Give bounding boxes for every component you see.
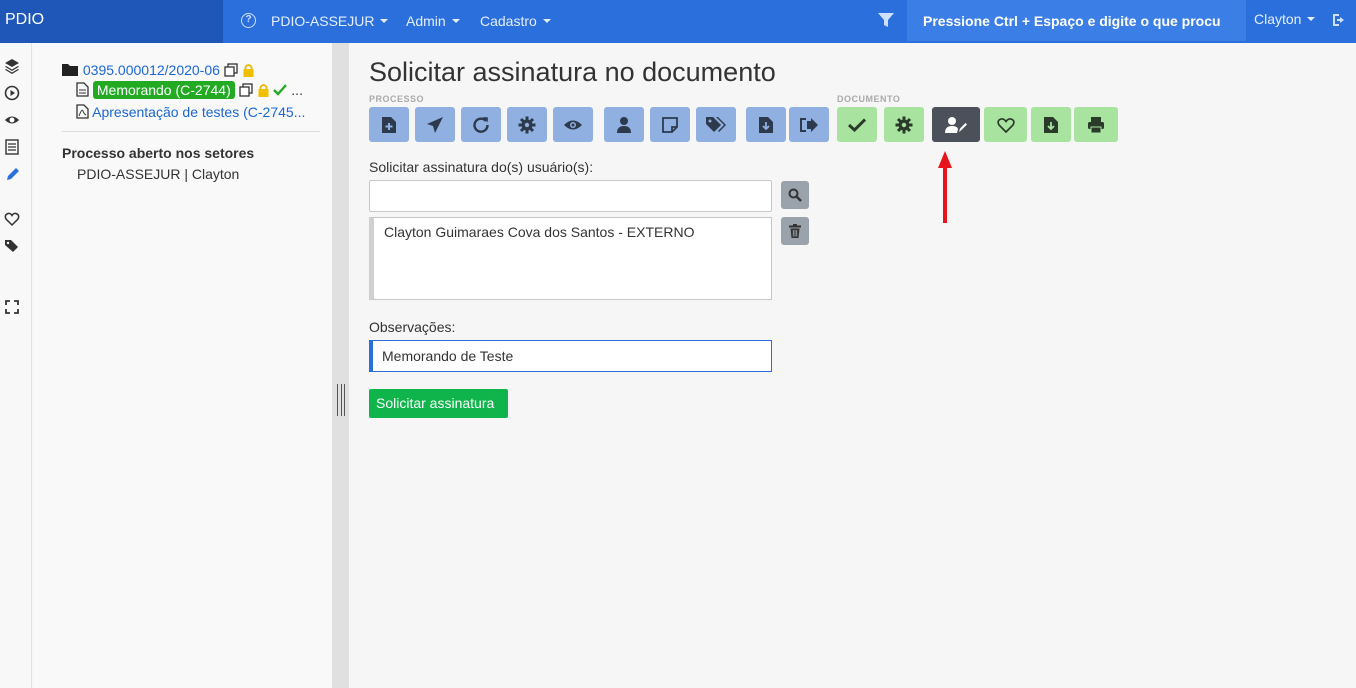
settings-button[interactable]: [507, 107, 547, 142]
lock-icon: [258, 84, 269, 97]
annotation-arrow: [938, 151, 952, 223]
panel-splitter[interactable]: [332, 43, 349, 688]
logout-icon[interactable]: [1332, 12, 1348, 28]
new-document-icon: [382, 116, 396, 133]
help-icon[interactable]: ?: [241, 13, 256, 28]
chevron-down-icon: [1307, 17, 1316, 21]
user-icon: [617, 116, 631, 133]
refresh-icon: [473, 116, 489, 133]
heart-icon[interactable]: [4, 211, 20, 227]
exit-icon: [800, 117, 818, 132]
gear-icon: [895, 116, 913, 133]
menu-label: Admin: [406, 13, 446, 29]
note-button[interactable]: [650, 107, 690, 142]
search-input[interactable]: Pressione Ctrl + Espaço e digite o que p…: [907, 0, 1246, 41]
user-button[interactable]: [604, 107, 644, 142]
view-button[interactable]: [553, 107, 593, 142]
trash-icon: [789, 224, 801, 238]
observacoes-label: Observações:: [369, 319, 456, 335]
observacoes-value: Memorando de Teste: [382, 348, 514, 364]
fullscreen-icon[interactable]: [4, 299, 20, 315]
send-button[interactable]: [415, 107, 455, 142]
users-label: Solicitar assinatura do(s) usuário(s):: [369, 159, 594, 175]
user-search-input[interactable]: [369, 180, 772, 212]
tree-item-memorando[interactable]: Memorando (C-2744) ...: [76, 81, 303, 99]
process-tree-panel: 0395.000012/2020-06 Memorando (C-2744) .…: [33, 43, 332, 688]
exit-button[interactable]: [789, 107, 829, 142]
user-sign-icon: [945, 116, 967, 133]
document-download-button[interactable]: [1031, 107, 1071, 142]
submit-signature-button[interactable]: Solicitar assinatura: [369, 389, 508, 418]
pen-icon[interactable]: [4, 167, 20, 183]
file-icon: [76, 82, 89, 97]
tags-icon[interactable]: [4, 238, 20, 254]
copy-icon[interactable]: [238, 83, 253, 97]
memorando-badge[interactable]: Memorando (C-2744): [92, 81, 235, 99]
menu-admin[interactable]: Admin: [406, 13, 460, 29]
group-label-documento: DOCUMENTO: [837, 94, 901, 104]
gear-icon: [518, 116, 536, 133]
observacoes-input[interactable]: Memorando de Teste: [369, 340, 772, 372]
chevron-down-icon: [451, 19, 460, 23]
sector-item: PDIO-ASSEJUR | Clayton: [77, 166, 240, 182]
icon-rail: [0, 43, 32, 688]
sign-button[interactable]: [837, 107, 877, 142]
chevron-down-icon: [380, 19, 389, 23]
copy-icon[interactable]: [224, 63, 238, 77]
folder-icon: [62, 64, 78, 76]
lock-icon: [243, 64, 254, 77]
group-label-processo: PROCESSO: [369, 94, 425, 104]
eye-icon[interactable]: [4, 112, 20, 128]
document-icon[interactable]: [4, 139, 20, 155]
tree-item-apresentacao[interactable]: Apresentação de testes (C-2745...: [76, 104, 305, 120]
request-signature-button[interactable]: [932, 107, 980, 142]
user-name: Clayton: [1254, 11, 1302, 27]
tree-item-process[interactable]: 0395.000012/2020-06: [62, 62, 255, 78]
brand-logo[interactable]: PDIO: [0, 0, 223, 43]
refresh-button[interactable]: [461, 107, 501, 142]
search-icon: [788, 188, 802, 202]
process-number[interactable]: 0395.000012/2020-06: [83, 62, 220, 78]
drag-handle[interactable]: [337, 384, 345, 416]
note-icon: [662, 116, 678, 133]
chevron-down-icon: [542, 19, 551, 23]
pdf-file-icon: [76, 104, 89, 119]
heart-icon: [996, 117, 1015, 133]
divider: [62, 131, 320, 132]
main-content: Solicitar assinatura no documento PROCES…: [349, 43, 1356, 688]
download-button[interactable]: [746, 107, 786, 142]
search-button[interactable]: [781, 181, 809, 209]
apresentacao-link[interactable]: Apresentação de testes (C-2745...: [92, 104, 305, 120]
filter-icon[interactable]: [877, 11, 895, 29]
tags-icon: [706, 116, 726, 132]
layers-icon[interactable]: [4, 58, 20, 74]
menu-cadastro[interactable]: Cadastro: [480, 13, 551, 29]
favorite-button[interactable]: [984, 107, 1027, 142]
top-navbar: PDIO ? PDIO-ASSEJUR Admin Cadastro Press…: [0, 0, 1356, 43]
menu-label: Cadastro: [480, 13, 537, 29]
eye-icon: [564, 120, 582, 129]
check-icon: [273, 84, 288, 96]
selected-user-item[interactable]: Clayton Guimaraes Cova dos Santos - EXTE…: [384, 224, 694, 240]
remove-user-button[interactable]: [781, 217, 809, 245]
download-icon: [759, 116, 773, 133]
menu-label: PDIO-ASSEJUR: [271, 13, 375, 29]
play-icon[interactable]: [4, 85, 20, 101]
page-title: Solicitar assinatura no documento: [369, 57, 776, 87]
menu-pdio-assejur[interactable]: PDIO-ASSEJUR: [271, 13, 389, 29]
new-document-button[interactable]: [369, 107, 409, 142]
selected-users-list[interactable]: Clayton Guimaraes Cova dos Santos - EXTE…: [369, 217, 772, 300]
print-icon: [1088, 116, 1104, 133]
download-icon: [1044, 116, 1058, 133]
tags-button[interactable]: [696, 107, 736, 142]
check-icon: [848, 117, 866, 132]
document-settings-button[interactable]: [884, 107, 924, 142]
more-indicator: ...: [291, 82, 303, 98]
send-icon: [427, 116, 443, 133]
user-menu[interactable]: Clayton: [1254, 11, 1316, 27]
print-button[interactable]: [1074, 107, 1118, 142]
sectors-heading: Processo aberto nos setores: [62, 145, 255, 161]
